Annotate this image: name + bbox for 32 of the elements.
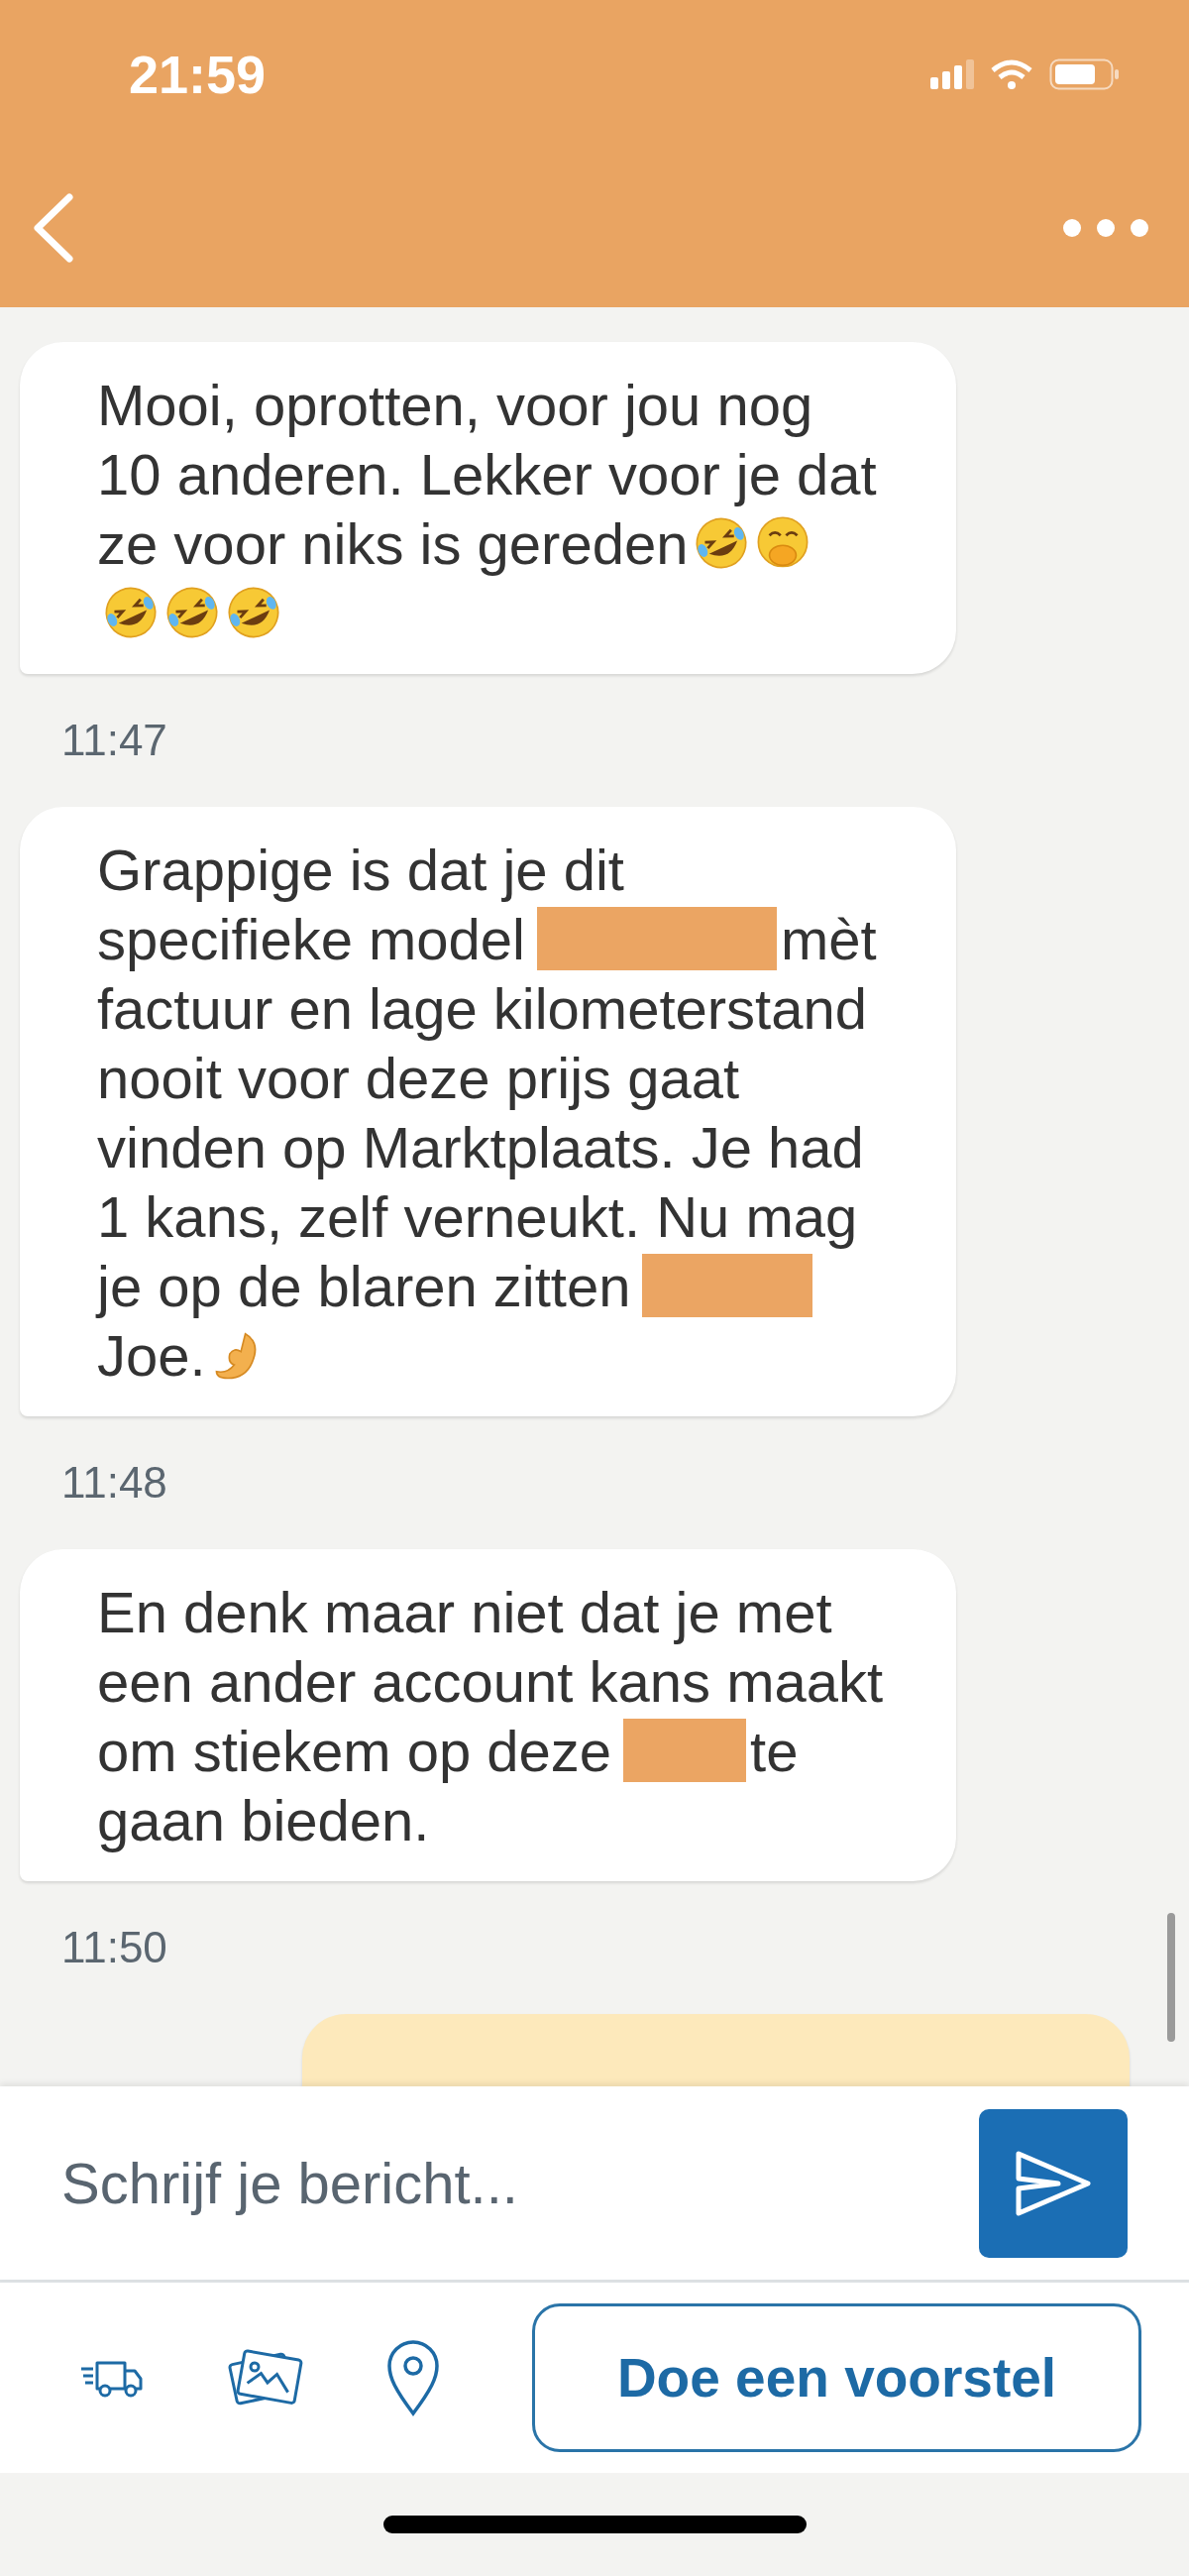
send-button[interactable]	[979, 2108, 1128, 2258]
message-time: 11:47	[61, 719, 168, 762]
message-text: vinden op Marktplaats. Je had	[97, 1113, 864, 1181]
status-time: 21:59	[129, 43, 267, 106]
message-text: Grappige is dat je dit	[97, 836, 624, 904]
message-text: ze voor niks is gereden	[97, 509, 689, 578]
message-text: En denk maar niet dat je met	[97, 1578, 832, 1646]
message-text: 1 kans, zelf verneukt. Nu mag	[97, 1182, 858, 1251]
laughing-emoji-icon	[164, 585, 220, 640]
message-text: te	[750, 1717, 799, 1785]
message-text: je op de blaren zitten	[97, 1252, 631, 1320]
message-text: om stiekem op deze	[97, 1717, 612, 1785]
location-pin-icon[interactable]	[385, 2338, 441, 2417]
message-text: 10 anderen. Lekker voor je dat	[97, 440, 877, 508]
message-text: specifieke model	[97, 905, 525, 973]
message-text: een ander account kans maakt	[97, 1647, 884, 1716]
message-time: 11:50	[61, 1926, 168, 1969]
message-input[interactable]: Schrijf je bericht...	[59, 2139, 979, 2227]
wifi-icon	[990, 58, 1033, 90]
message-time: 11:48	[61, 1461, 168, 1505]
signal-icon	[930, 59, 974, 89]
laughing-emoji-icon	[103, 585, 159, 640]
message-text: Mooi, oprotten, voor jou nog	[97, 371, 813, 439]
message-text: Joe.	[97, 1321, 206, 1390]
message-text: factuur en lage kilometerstand	[97, 974, 867, 1043]
battery-icon	[1049, 58, 1120, 90]
laughing-emoji-icon	[226, 585, 281, 640]
message-field[interactable]: Schrijf je bericht...	[0, 2086, 1189, 2280]
offer-button[interactable]: Doe een voorstel	[532, 2303, 1141, 2452]
message-text: nooit voor deze prijs gaat	[97, 1044, 740, 1112]
message-text: gaan bieden.	[97, 1786, 430, 1854]
message-text: mèt	[781, 905, 877, 973]
